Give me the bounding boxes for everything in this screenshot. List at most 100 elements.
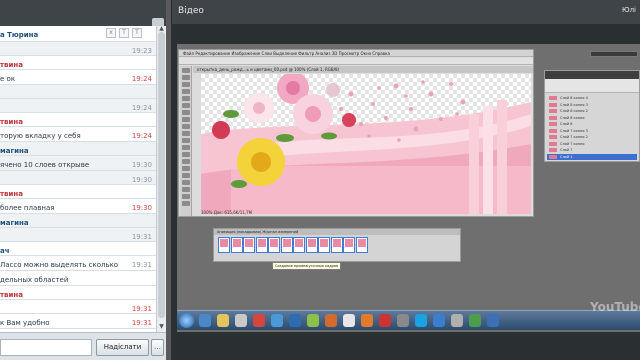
layer-row: Слой 7 копия 2	[547, 134, 637, 140]
chat-scroll-thumb[interactable]	[158, 32, 165, 318]
chat-sender-name: твина	[0, 190, 23, 198]
animation-frame	[218, 237, 230, 253]
frame-thumbnail	[357, 239, 366, 247]
layer-name: Слой 1	[560, 154, 573, 159]
animation-frame	[330, 237, 343, 253]
tween-tooltip: Создание промежуточных кадров	[272, 262, 342, 270]
frame-thumbnail	[307, 239, 316, 247]
photoshop-icon	[289, 314, 301, 327]
animation-panel-tabs: Анимация (покадровая) Журнал измерений	[214, 229, 460, 235]
chat-message-row: 19:31	[0, 300, 156, 314]
app-icon-2	[325, 314, 337, 327]
chat-message-text: дельных областей	[0, 276, 69, 284]
chat-message-time: 19:31	[131, 233, 152, 241]
animation-frame	[293, 237, 305, 253]
photoshop-toolbox	[180, 66, 192, 216]
layer-thumbnail	[549, 148, 557, 152]
chat-message-row: дельных областей	[0, 271, 156, 286]
scroll-down-arrow-icon[interactable]: ▼	[158, 324, 165, 330]
utorrent-icon	[307, 314, 319, 327]
photoshop-canvas	[201, 74, 531, 214]
chat-sender-name: магина	[0, 147, 29, 155]
chat-message-text: ячено 10 слоев открыве	[0, 161, 90, 169]
photoshop-menubar: Файл Редактирование Изображение Слои Выд…	[179, 50, 533, 57]
chat-sender-name: а Тюрина	[0, 31, 39, 39]
animation-frame	[305, 237, 318, 253]
layer-thumbnail	[549, 102, 557, 107]
chat-options-button[interactable]: …	[151, 339, 164, 356]
animation-frame	[268, 237, 280, 253]
layer-name: Слой 7 копия 3	[560, 128, 588, 133]
chat-sender-row	[0, 85, 156, 99]
chat-message-row: торую вкладку у себя 19:24	[0, 127, 156, 142]
layer-thumbnail	[549, 135, 557, 139]
layer-name: Слой 7	[560, 148, 573, 152]
animation-frame	[230, 237, 243, 253]
chat-message-time: 19:24	[131, 104, 152, 112]
chat-sender-row: твина	[0, 56, 156, 70]
frame-thumbnail	[257, 239, 266, 247]
chat-message-row: е ок 19:24	[0, 70, 156, 85]
layer-name: Слой 8 копия 2	[560, 109, 588, 113]
layer-thumbnail	[549, 115, 557, 120]
animation-frame	[343, 237, 355, 253]
chat-sender-name: ач	[0, 247, 10, 255]
chat-message-text: е ок	[0, 75, 16, 83]
frame-thumbnail	[232, 239, 241, 247]
photoshop-animation-panel: Анимация (покадровая) Журнал измерений	[213, 228, 461, 262]
animation-frame	[243, 237, 255, 253]
folder-icon	[217, 314, 229, 327]
layer-row: Слой 7 копия 3	[547, 128, 637, 134]
layer-thumbnail	[549, 141, 557, 146]
chat-sender-row: магина	[0, 142, 156, 156]
firefox-icon	[361, 314, 373, 327]
photoshop-options-bar	[179, 58, 533, 65]
chat-message-time: 19:31	[131, 261, 152, 269]
photoshop-window: Файл Редактирование Изображение Слои Выд…	[178, 49, 534, 217]
layer-name: Слой 8 копия 4	[560, 96, 588, 100]
video-title: Відео	[178, 6, 204, 16]
photoshop-status-bar: 100% Док: 615,6K/11,7M	[201, 210, 253, 215]
chat-sender-name: магина	[0, 219, 29, 227]
layer-row: Слой 8 копия	[547, 115, 637, 121]
chat-message-text: торую вкладку у себя	[0, 132, 81, 140]
text-size-icon[interactable]: T	[119, 28, 129, 38]
app-icon-3	[379, 314, 391, 327]
chat-sender-name: твина	[0, 291, 23, 299]
video-header: Відео Юлі	[171, 0, 640, 24]
frame-thumbnail	[270, 239, 278, 247]
layer-thumbnail	[549, 96, 557, 100]
app-icon-6	[451, 314, 463, 327]
skype-icon	[415, 314, 427, 327]
chat-sender-name: твина	[0, 61, 23, 69]
app-icon	[271, 314, 283, 327]
greeting-card-artwork	[201, 74, 531, 214]
chat-sender-name: твина	[0, 118, 23, 126]
chat-message-row: к Вам удобно 19:31	[0, 314, 156, 329]
chat-panel: а Тюрина x T T 19:23 твина е ок 19:24 19:24 твина…	[0, 0, 166, 360]
layer-row: Слой 8	[547, 121, 637, 127]
app-icon-4	[397, 314, 409, 327]
animation-frame	[355, 237, 368, 253]
text-size-icon[interactable]: T	[132, 28, 142, 38]
app-icon-8	[487, 314, 499, 327]
chat-message-row: более плавная 19:30	[0, 199, 156, 214]
photoshop-layers-panel: Слой 8 копия 4 Слой 8 копия 3 Слой 8 копия…	[544, 70, 640, 162]
chat-message-time: 19:30	[131, 161, 152, 169]
frame-thumbnail	[295, 239, 303, 247]
chat-message-row: ячено 10 слоев открыве 19:30	[0, 156, 156, 171]
send-button[interactable]: Надіслати	[96, 339, 149, 356]
chat-message-text: к Вам удобно	[0, 319, 50, 327]
chat-scrollbar[interactable]: ▲ ▼	[156, 26, 166, 332]
chat-sender-row: а Тюрина x T T	[0, 26, 156, 42]
layer-name: Слой 7 копия	[560, 141, 585, 146]
chat-message-time: 19:24	[131, 75, 152, 83]
chat-message-row: 19:23	[0, 42, 156, 56]
shared-screen-panel-button	[590, 51, 638, 57]
clear-format-icon[interactable]: x	[106, 28, 116, 38]
chat-message-row: 19:24	[0, 99, 156, 113]
chat-message-time: 19:30	[131, 204, 152, 212]
windows-taskbar	[177, 310, 640, 330]
chat-message-row: Лассо можно выделять сколько 19:31	[0, 256, 156, 271]
chat-message-input[interactable]	[0, 339, 92, 356]
